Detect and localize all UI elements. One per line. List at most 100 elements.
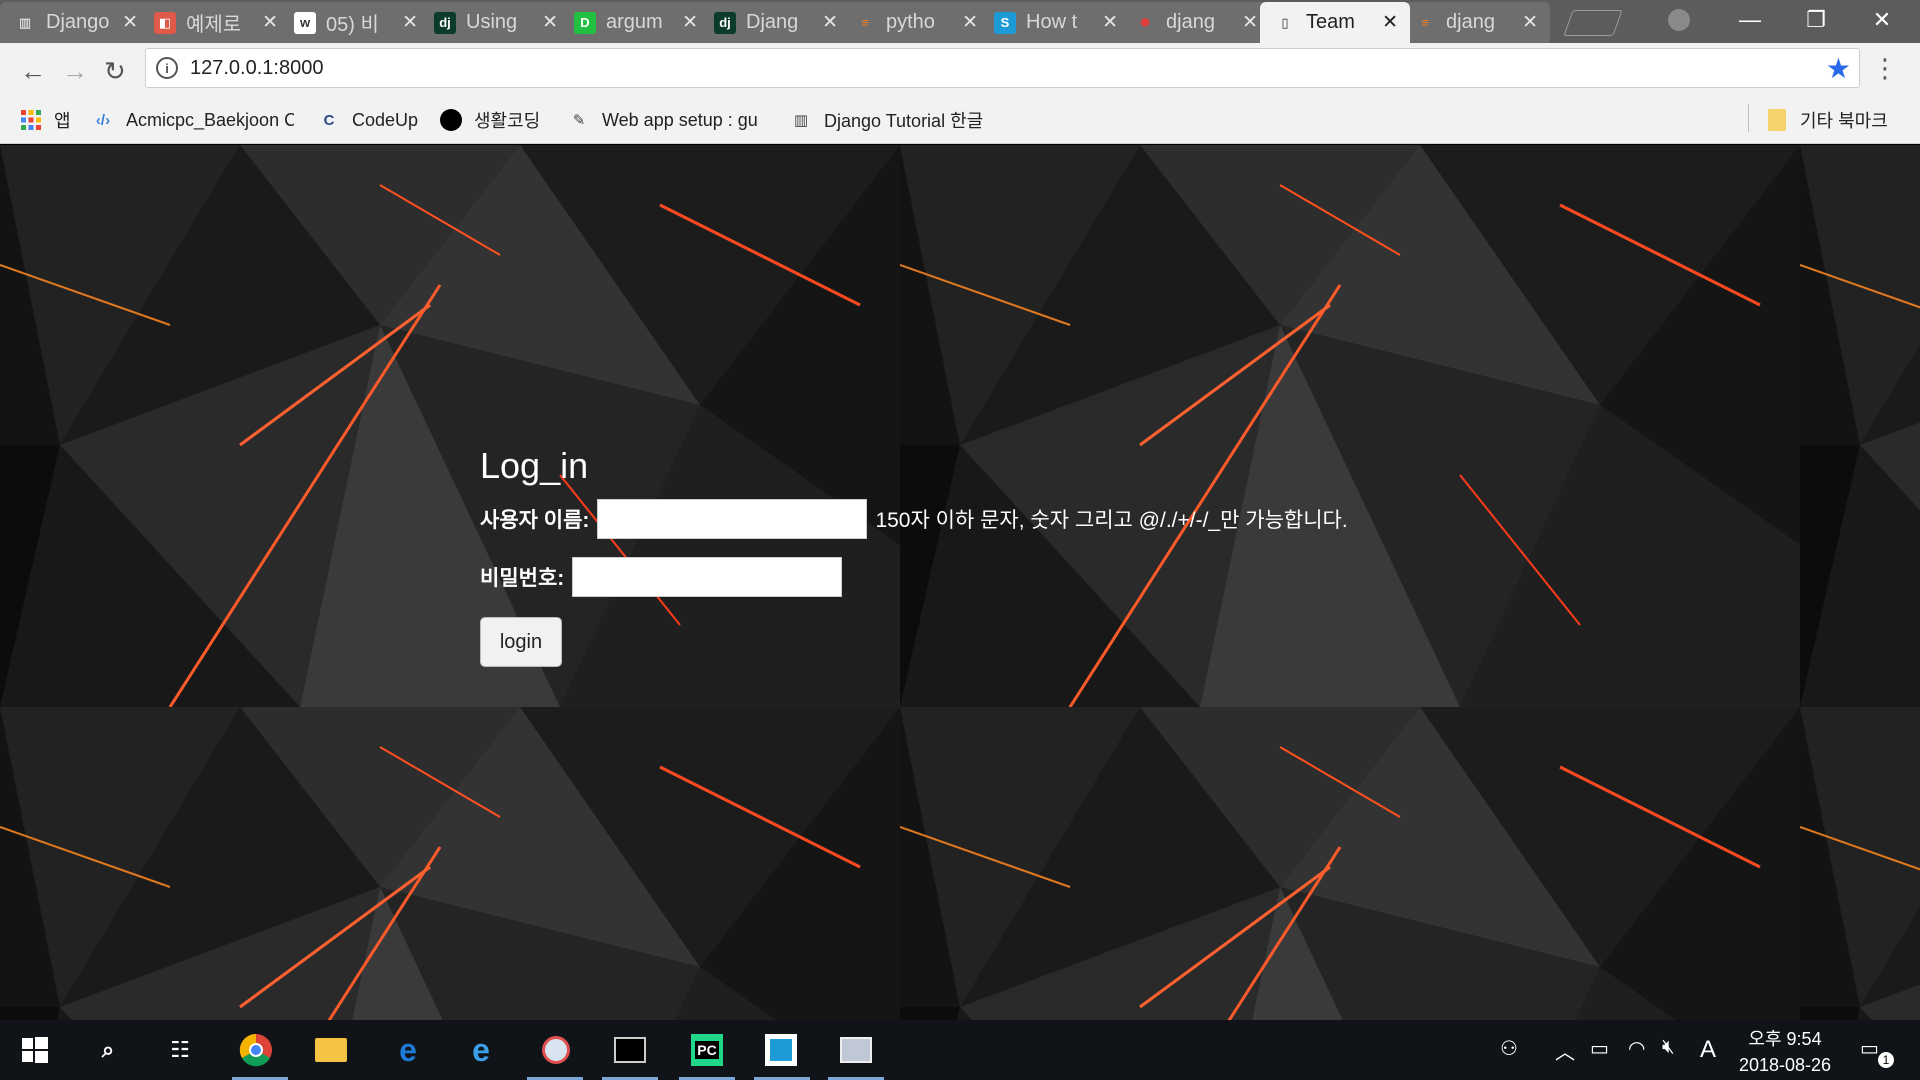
browser-tab[interactable]: ◧ 예제로 ✕ [140, 2, 290, 43]
browser-tab[interactable]: dj Using ✕ [420, 2, 570, 43]
paint-icon[interactable] [538, 1032, 574, 1068]
bookmark-webapp[interactable]: ✎ Web app setup : gu [568, 106, 770, 134]
browser-tab[interactable]: ● djang ✕ [1120, 2, 1270, 43]
tab-close-icon[interactable]: ✕ [262, 11, 278, 34]
clock-time: 오후 9:54 [1748, 1029, 1822, 1049]
bookmark-label: 기타 북마크 [1800, 111, 1888, 131]
terminal-icon[interactable] [612, 1032, 648, 1068]
input-method-indicator[interactable]: A [1700, 1036, 1716, 1064]
file-explorer-icon[interactable] [313, 1032, 349, 1068]
pycharm-icon[interactable]: PC [689, 1032, 725, 1068]
volume-muted-icon[interactable]: 🔇︎ [1662, 1036, 1675, 1059]
back-icon[interactable]: ← [20, 56, 46, 87]
codeup-icon: C [323, 111, 335, 129]
browser-tab[interactable]: Dargum ✕ [560, 2, 710, 43]
photos-icon[interactable] [838, 1032, 874, 1068]
tab-close-icon[interactable]: ✕ [682, 11, 698, 34]
search-icon[interactable]: ⌕ [90, 1032, 126, 1068]
s-icon: S [994, 11, 1016, 34]
bookmark-acmicpc[interactable]: ‹/› Acmicpc_Baekjoon C [92, 106, 294, 134]
tab-title: Using [466, 11, 518, 33]
folder-icon [1766, 109, 1788, 131]
book-icon: ▥ [793, 112, 809, 129]
tab-title: pytho [886, 11, 935, 33]
wifi-icon[interactable]: ◠ [1628, 1036, 1645, 1061]
bookmark-codeup[interactable]: C CodeUp [318, 106, 418, 134]
password-label: 비밀번호: [480, 567, 565, 590]
password-row: 비밀번호: [480, 557, 1348, 597]
bookmark-label: 앱 [54, 111, 71, 131]
notification-count-badge: 1 [1878, 1052, 1894, 1068]
edge-icon[interactable]: e [390, 1032, 426, 1068]
code-icon: ‹/› [95, 111, 111, 129]
browser-tab[interactable]: ▯ Team ✕ [1260, 2, 1410, 43]
bookmark-label: 생활코딩 [474, 111, 541, 131]
clock-date: 2018-08-26 [1738, 1055, 1832, 1075]
username-label: 사용자 이름: [480, 509, 590, 532]
internet-explorer-icon[interactable]: e [463, 1032, 499, 1068]
tab-title: Team [1306, 11, 1355, 33]
browser-tab[interactable]: dj Djang ✕ [700, 2, 850, 43]
bookmark-apps[interactable]: 앱 [20, 106, 71, 134]
stackoverflow-icon: ≡ [1421, 15, 1429, 30]
bookmark-label: Web app setup : gu [602, 109, 758, 130]
windows-start-icon[interactable] [17, 1032, 53, 1068]
clock[interactable]: 오후 9:54 2018-08-26 [1730, 1026, 1840, 1078]
address-bar[interactable]: i 127.0.0.1:8000 ★ [145, 48, 1860, 88]
browser-tab[interactable]: ≡ djang ✕ [1400, 2, 1550, 43]
username-input[interactable] [597, 499, 868, 539]
tab-close-icon[interactable]: ✕ [1102, 11, 1118, 34]
show-hidden-icons-chevron-icon[interactable]: ︿ [1555, 1036, 1575, 1065]
new-tab-button[interactable] [1563, 10, 1623, 36]
tab-close-icon[interactable]: ✕ [1522, 11, 1538, 34]
tab-title: djang [1446, 11, 1495, 33]
restore-icon[interactable]: ❐ [1786, 0, 1846, 40]
circle-icon: ● [1138, 11, 1152, 33]
dj-icon: dj [434, 11, 456, 34]
pen-icon: ✎ [572, 112, 586, 129]
browser-tab[interactable]: w 05) 비 ✕ [280, 2, 430, 43]
bookmarks-bar: 앱 ‹/› Acmicpc_Baekjoon C C CodeUp 생활코딩 ✎… [0, 98, 1920, 144]
tab-title: Djang [746, 11, 799, 33]
stackoverflow-icon: ≡ [861, 15, 869, 30]
username-row: 사용자 이름: 150자 이하 문자, 숫자 그리고 @/./+/-/_만 가능… [480, 499, 1348, 539]
browser-tab[interactable]: S How t ✕ [980, 2, 1130, 43]
url-text[interactable]: 127.0.0.1:8000 [190, 57, 323, 80]
password-input[interactable] [572, 557, 843, 597]
window-close-icon[interactable]: ✕ [1852, 0, 1912, 40]
browser-tab[interactable]: ≡ pytho ✕ [840, 2, 990, 43]
site-info-icon[interactable]: i [156, 57, 178, 79]
editor-icon[interactable] [763, 1032, 799, 1068]
page-icon: ▯ [1274, 11, 1296, 34]
people-icon[interactable]: ⚇ [1500, 1036, 1518, 1061]
tab-close-icon[interactable]: ✕ [402, 11, 418, 34]
forward-icon[interactable]: → [62, 56, 88, 87]
reload-icon[interactable]: ↻ [104, 56, 126, 87]
tab-close-icon[interactable]: ✕ [1242, 11, 1258, 34]
apps-grid-icon [20, 109, 42, 131]
tab-close-icon[interactable]: ✕ [962, 11, 978, 34]
bookmark-label: CodeUp [352, 109, 419, 130]
browser-menu-icon[interactable]: ⋮ [1872, 53, 1898, 84]
book-icon: ▥ [14, 11, 36, 34]
minimize-icon[interactable]: — [1720, 0, 1780, 40]
bookmarks-separator [1748, 104, 1749, 132]
battery-icon[interactable]: ▭ [1590, 1036, 1609, 1061]
task-view-icon[interactable]: ☷ [162, 1032, 198, 1068]
tab-close-icon[interactable]: ✕ [1382, 11, 1398, 34]
tab-close-icon[interactable]: ✕ [122, 11, 138, 34]
bookmark-saenghwal[interactable]: 생활코딩 [440, 106, 540, 134]
tab-title: 예제로 [186, 14, 242, 36]
bookmark-other[interactable]: 기타 북마크 [1766, 106, 1888, 134]
action-center-icon[interactable]: ▭ [1860, 1036, 1879, 1061]
browser-tab[interactable]: ▥ Django ✕ [0, 2, 150, 43]
bookmark-star-icon[interactable]: ★ [1826, 52, 1851, 85]
tab-title: djang [1166, 11, 1215, 33]
profile-icon[interactable] [1668, 9, 1690, 31]
chrome-icon[interactable] [238, 1032, 274, 1068]
tab-close-icon[interactable]: ✕ [822, 11, 838, 34]
site-icon: ◧ [154, 11, 176, 34]
login-button[interactable]: login [480, 617, 562, 667]
tab-close-icon[interactable]: ✕ [542, 11, 558, 34]
bookmark-django-tutorial[interactable]: ▥ Django Tutorial 한글 [790, 106, 1002, 134]
